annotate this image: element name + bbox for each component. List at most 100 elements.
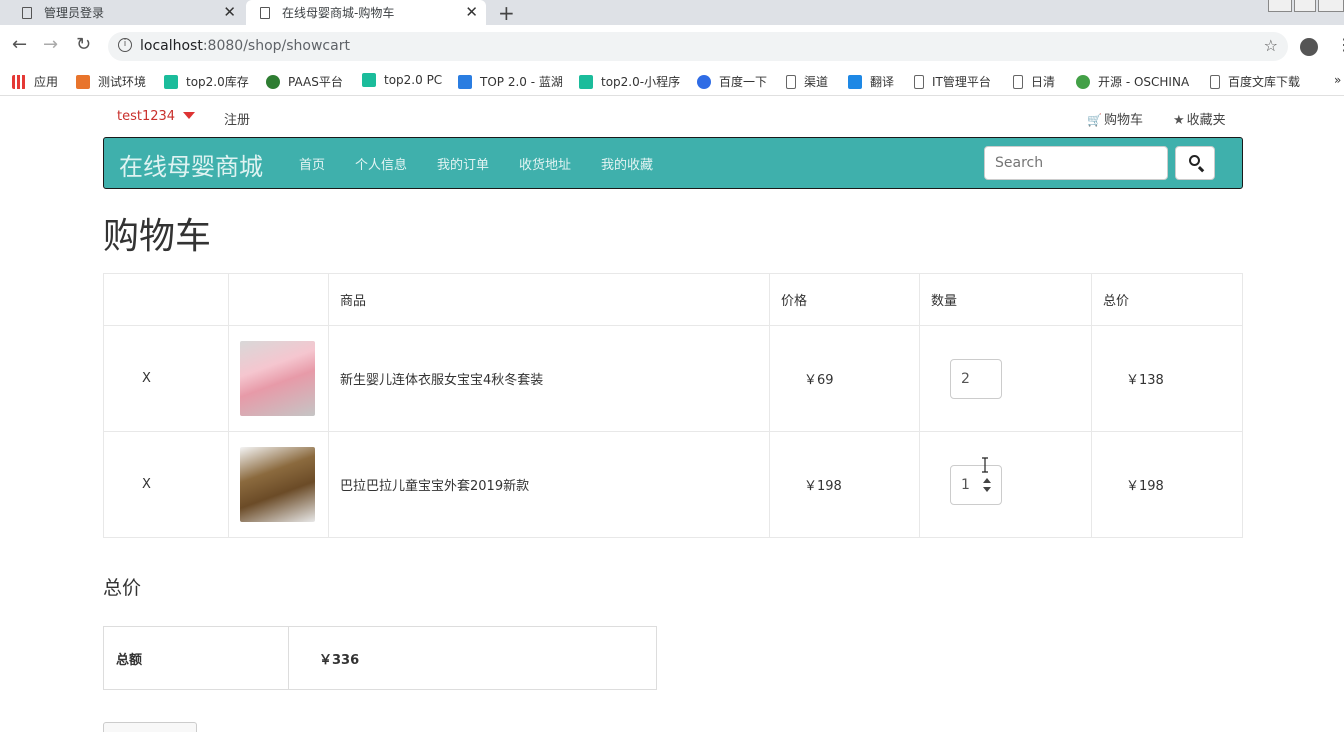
delete-button[interactable]: X: [103, 325, 229, 432]
product-image[interactable]: [240, 447, 315, 522]
brand-logo[interactable]: 在线母婴商城: [119, 147, 263, 182]
bookmark-miniprogram[interactable]: top2.0-小程序: [579, 73, 680, 90]
browser-tab-admin-login[interactable]: 管理员登录 ✕: [8, 0, 244, 25]
quantity-cell: 2: [919, 325, 1092, 432]
globe-icon: [266, 74, 280, 89]
delete-button[interactable]: X: [103, 431, 229, 538]
browser-toolbar: ← → ↻ i localhost:8080/shop/showcart ☆ ⋮: [0, 25, 1344, 69]
product-image[interactable]: [240, 341, 315, 416]
play-icon: [164, 74, 178, 89]
account-icon[interactable]: [1300, 38, 1318, 56]
bookmark-channel[interactable]: 渠道: [786, 73, 828, 90]
header-price: 价格: [769, 273, 920, 326]
cart-icon: 🛒: [1087, 113, 1102, 127]
bookmark-oschina[interactable]: 开源 - OSCHINA: [1076, 73, 1189, 90]
favorites-link[interactable]: ★ 收藏夹: [1173, 109, 1226, 128]
spin-up-icon[interactable]: [983, 477, 991, 483]
bookmarks-more[interactable]: »: [1334, 73, 1341, 87]
spin-down-icon[interactable]: [983, 486, 991, 492]
page-icon: [1210, 74, 1220, 89]
tab-title: 在线母婴商城-购物车: [282, 6, 395, 20]
quantity-value: 1: [961, 476, 970, 493]
summary-value: ￥336: [288, 626, 657, 690]
nav-profile[interactable]: 个人信息: [355, 154, 407, 173]
oschina-icon: [1076, 74, 1090, 89]
window-close-icon[interactable]: [1318, 0, 1344, 12]
close-icon[interactable]: ✕: [223, 3, 236, 21]
cart-link[interactable]: 🛒 购物车: [1087, 109, 1143, 128]
search-input[interactable]: [984, 146, 1168, 180]
product-name[interactable]: 巴拉巴拉儿童宝宝外套2019新款: [328, 431, 770, 538]
address-bar[interactable]: i localhost:8080/shop/showcart ☆: [108, 32, 1288, 61]
browser-tabbar: 管理员登录 ✕ 在线母婴商城-购物车 ✕ +: [0, 0, 1344, 25]
bookmark-test-env[interactable]: 测试环境: [76, 73, 146, 90]
tab-title: 管理员登录: [44, 6, 105, 20]
row-total: ￥198: [1091, 431, 1243, 538]
minimize-icon[interactable]: [1268, 0, 1292, 12]
menu-kebab-icon[interactable]: ⋮: [1336, 35, 1344, 54]
bookmark-star-icon[interactable]: ☆: [1264, 36, 1278, 55]
page-icon: [914, 74, 924, 89]
page-icon: [260, 6, 270, 19]
quantity-input[interactable]: 2: [950, 358, 1002, 399]
close-icon[interactable]: ✕: [465, 3, 478, 21]
cart-table: 商品 价格 数量 总价 X 新生婴儿连体衣服女宝宝4秋冬套装 ￥69 2 ￥13…: [103, 273, 1243, 538]
summary-label: 总额: [103, 626, 289, 690]
header-product: 商品: [328, 273, 770, 326]
bookmark-lanhu[interactable]: TOP 2.0 - 蓝湖: [458, 73, 563, 90]
page-icon: [1013, 74, 1023, 89]
nav-favorites[interactable]: 我的收藏: [601, 154, 653, 173]
product-price: ￥69: [769, 325, 920, 432]
bookmark-baidu[interactable]: 百度一下: [697, 73, 767, 90]
page-title: 购物车: [103, 216, 212, 257]
register-link[interactable]: 注册: [224, 109, 250, 128]
star-icon: ★: [1173, 113, 1185, 128]
page-icon: [786, 74, 796, 89]
url-text: localhost:8080/shop/showcart: [140, 38, 350, 54]
nav-orders[interactable]: 我的订单: [437, 154, 489, 173]
caret-down-icon: [183, 112, 196, 119]
u-icon: [76, 74, 90, 89]
nav-address[interactable]: 收货地址: [519, 154, 571, 173]
header-image: [228, 273, 329, 326]
top-user-nav: test1234 注册 🛒 购物车 ★ 收藏夹: [103, 106, 1243, 128]
bookmark-it-platform[interactable]: IT管理平台: [914, 73, 991, 90]
header-total: 总价: [1091, 273, 1243, 326]
reload-icon[interactable]: ↻: [76, 34, 91, 55]
bookmark-top2-pc[interactable]: top2.0 PC: [362, 73, 442, 87]
search-icon: [1189, 155, 1200, 166]
back-arrow-icon[interactable]: ←: [12, 34, 27, 55]
user-menu[interactable]: test1234: [117, 109, 196, 124]
header-delete: [103, 273, 229, 326]
product-image-cell: [228, 431, 329, 538]
bookmark-wenku[interactable]: 百度文库下载: [1210, 73, 1300, 90]
bookmark-paas[interactable]: PAAS平台: [266, 73, 343, 90]
product-price: ￥198: [769, 431, 920, 538]
summary-table: 总额 ￥336: [103, 626, 657, 690]
main-navbar: 在线母婴商城 首页 个人信息 我的订单 收货地址 我的收藏: [103, 137, 1243, 189]
baidu-icon: [697, 74, 711, 89]
forward-arrow-icon[interactable]: →: [43, 34, 58, 55]
product-name[interactable]: 新生婴儿连体衣服女宝宝4秋冬套装: [328, 325, 770, 432]
browser-tab-cart[interactable]: 在线母婴商城-购物车 ✕: [246, 0, 486, 25]
play-icon: [579, 74, 593, 89]
checkout-button[interactable]: [103, 722, 197, 732]
summary-title: 总价: [103, 577, 142, 599]
bookmarks-bar: 应用 测试环境 top2.0库存 PAAS平台 top2.0 PC TOP 2.…: [0, 69, 1344, 96]
quantity-cell: 1: [919, 431, 1092, 538]
bookmark-apps[interactable]: 应用: [12, 73, 58, 90]
new-tab-icon[interactable]: +: [498, 1, 515, 25]
row-total: ￥138: [1091, 325, 1243, 432]
info-icon[interactable]: i: [118, 38, 132, 52]
translate-icon: [848, 74, 862, 89]
quantity-stepper[interactable]: 1: [950, 464, 1002, 505]
bookmark-top2-stock[interactable]: top2.0库存: [164, 73, 249, 90]
maximize-icon[interactable]: [1294, 0, 1316, 12]
lanhu-icon: [458, 74, 472, 89]
nav-home[interactable]: 首页: [299, 154, 325, 173]
bookmark-riqing[interactable]: 日清: [1013, 73, 1055, 90]
apps-icon: [12, 74, 26, 89]
table-row: X 巴拉巴拉儿童宝宝外套2019新款 ￥198 1 ￥198: [103, 431, 1243, 538]
bookmark-translate[interactable]: 翻译: [848, 73, 894, 90]
search-button[interactable]: [1175, 146, 1215, 180]
